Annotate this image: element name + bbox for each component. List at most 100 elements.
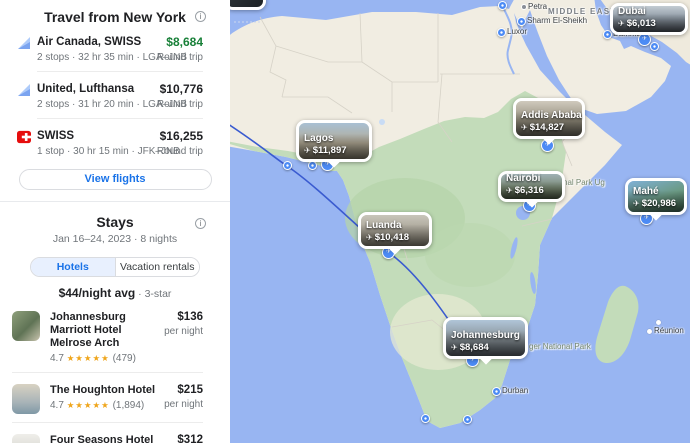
- flight-details: 2 stops · 32 hr 35 min · LGA–JNB: [37, 51, 157, 64]
- flight-price-block: $16,255 Round trip: [157, 129, 203, 158]
- destination-card-nairobi[interactable]: Nairobi ✈$6,316: [498, 171, 565, 202]
- poi-marker[interactable]: [463, 415, 472, 424]
- hotel-rating: 4.7 ★★★★★ (1,894): [50, 400, 164, 411]
- avg-class: 3-star: [145, 288, 172, 300]
- poi-marker-coast[interactable]: [308, 161, 317, 170]
- destination-card-dubai[interactable]: Dubai ✈$6,013: [610, 3, 688, 35]
- destination-card-text: Dubai ✈$6,013: [618, 6, 656, 29]
- poi-marker-luxor[interactable]: [497, 28, 506, 37]
- map-label-park-ug: nal Park Ug: [563, 178, 605, 187]
- destination-price: ✈$6,316: [506, 185, 544, 196]
- destination-card-text: Lagos ✈$11,897: [304, 133, 347, 156]
- hotel-name: Four Seasons Hotel The Westcliff, Johann…: [50, 434, 164, 443]
- destination-card-cutoff[interactable]: [230, 0, 266, 10]
- swiss-logo-icon: [17, 130, 31, 144]
- island-dot: [647, 329, 652, 334]
- hotel-price-unit: per night: [164, 326, 203, 337]
- hotel-price: $215: [164, 384, 203, 396]
- poi-marker-sharm[interactable]: [517, 17, 526, 26]
- divider: [12, 372, 203, 373]
- avg-price-line: $44/night avg · 3-star: [0, 286, 230, 300]
- divider: [37, 71, 203, 72]
- hotel-price-unit: per night: [164, 399, 203, 410]
- flight-row[interactable]: United, Lufthansa 2 stops · 31 hr 20 min…: [17, 82, 203, 111]
- poi-marker-gulf[interactable]: [650, 42, 659, 51]
- flight-row[interactable]: Air Canada, SWISS 2 stops · 32 hr 35 min…: [17, 35, 203, 64]
- destination-card-text: Addis Ababa ✈$14,827: [521, 110, 582, 133]
- hotel-price: $136: [164, 311, 203, 323]
- destination-name: Mahé: [633, 186, 676, 197]
- island-dot: [656, 320, 661, 325]
- plane-icon: ✈: [451, 343, 458, 352]
- stay-dates: Jan 16–24, 2023 · 8 nights: [0, 233, 230, 245]
- airline-tail-icon: [17, 83, 31, 97]
- africa-map-base: [230, 0, 690, 443]
- flights-section: Travel from New York i Air Canada, SWISS…: [0, 0, 230, 190]
- rating-value: 4.7: [50, 353, 64, 364]
- flight-price: $16,255: [157, 129, 203, 143]
- poi-marker-capetown[interactable]: [421, 414, 430, 423]
- hotel-price-block: $136 per night: [164, 311, 203, 337]
- hotel-row[interactable]: The Houghton Hotel 4.7 ★★★★★ (1,894) $21…: [12, 384, 203, 414]
- poi-marker-dammam[interactable]: [603, 30, 612, 39]
- star-icons: ★★★★★: [67, 400, 110, 410]
- flight-price: $10,776: [157, 82, 203, 96]
- divider: [37, 118, 203, 119]
- destination-price: ✈$14,827: [521, 122, 582, 133]
- poi-marker[interactable]: [498, 1, 507, 10]
- flight-trip-type: Round trip: [157, 145, 203, 158]
- map-label-middle-east: MIDDLE EAST: [548, 7, 617, 16]
- destination-card-luanda[interactable]: Luanda ✈$10,418: [358, 212, 432, 249]
- destination-name: Lagos: [304, 133, 347, 144]
- flight-details: 2 stops · 31 hr 20 min · LGA–JNB: [37, 98, 157, 111]
- destination-price: ✈$11,897: [304, 145, 347, 156]
- hotel-photo: [12, 311, 40, 341]
- map-label-sharm: Sharm El-Sheikh: [527, 16, 587, 25]
- plane-icon: ✈: [506, 186, 513, 195]
- flight-row[interactable]: SWISS 1 stop · 30 hr 15 min · JFK–JNB $1…: [17, 129, 203, 158]
- star-icons: ★★★★★: [67, 353, 110, 363]
- review-count: (1,894): [113, 400, 145, 411]
- hotel-info: Four Seasons Hotel The Westcliff, Johann…: [50, 434, 164, 443]
- tab-vacation-rentals[interactable]: Vacation rentals: [116, 258, 200, 276]
- price-value: $8,684: [460, 342, 489, 353]
- destination-card-text: Nairobi ✈$6,316: [506, 173, 544, 196]
- hotel-photo: [12, 434, 40, 443]
- info-icon[interactable]: i: [195, 11, 206, 22]
- poi-marker-durban[interactable]: [492, 387, 501, 396]
- plane-icon: ✈: [304, 146, 311, 155]
- plane-icon: ✈: [618, 19, 625, 28]
- divider: [12, 422, 203, 423]
- flight-airlines: United, Lufthansa: [37, 82, 157, 96]
- destination-price: ✈$10,418: [366, 232, 409, 243]
- left-panel: Travel from New York i Air Canada, SWISS…: [0, 0, 230, 443]
- destination-card-johannesburg[interactable]: Johannesburg ✈$8,684: [443, 317, 528, 359]
- hotel-row[interactable]: Four Seasons Hotel The Westcliff, Johann…: [12, 434, 203, 443]
- map-label-reunion: Réunion: [654, 326, 684, 335]
- plane-icon: ✈: [633, 199, 640, 208]
- hotel-photo: [12, 384, 40, 414]
- destination-card-addis-ababa[interactable]: Addis Ababa ✈$14,827: [513, 98, 585, 139]
- destination-card-mahe[interactable]: Mahé ✈$20,986: [625, 178, 687, 215]
- map-label-durban: Durban: [502, 386, 528, 395]
- flight-details: 1 stop · 30 hr 15 min · JFK–JNB: [37, 145, 157, 158]
- flight-info: SWISS 1 stop · 30 hr 15 min · JFK–JNB: [37, 129, 157, 158]
- destination-name: Dubai: [618, 6, 656, 17]
- hotel-info: The Houghton Hotel 4.7 ★★★★★ (1,894): [50, 384, 164, 411]
- destination-price: ✈$6,013: [618, 18, 656, 29]
- destination-card-lagos[interactable]: Lagos ✈$11,897: [296, 120, 372, 162]
- flight-airlines: SWISS: [37, 129, 157, 143]
- map-canvas[interactable]: Petra MIDDLE EAST Sharm El-Sheikh Luxor …: [230, 0, 690, 443]
- flight-price-block: $8,684 Round trip: [157, 35, 203, 64]
- view-flights-button[interactable]: View flights: [19, 169, 212, 190]
- stays-header: Stays i Jan 16–24, 2023 · 8 nights: [0, 202, 230, 245]
- info-icon[interactable]: i: [195, 218, 206, 229]
- hotel-name: The Houghton Hotel: [50, 384, 164, 397]
- map-label-kruger-park: ger National Park: [529, 342, 591, 351]
- rating-value: 4.7: [50, 400, 64, 411]
- poi-marker-coast[interactable]: [283, 161, 292, 170]
- plane-icon: ✈: [366, 233, 373, 242]
- tab-hotels[interactable]: Hotels: [31, 258, 116, 276]
- hotel-price-block: $312 per night: [164, 434, 203, 443]
- hotel-row[interactable]: Johannesburg Marriott Hotel Melrose Arch…: [12, 311, 203, 364]
